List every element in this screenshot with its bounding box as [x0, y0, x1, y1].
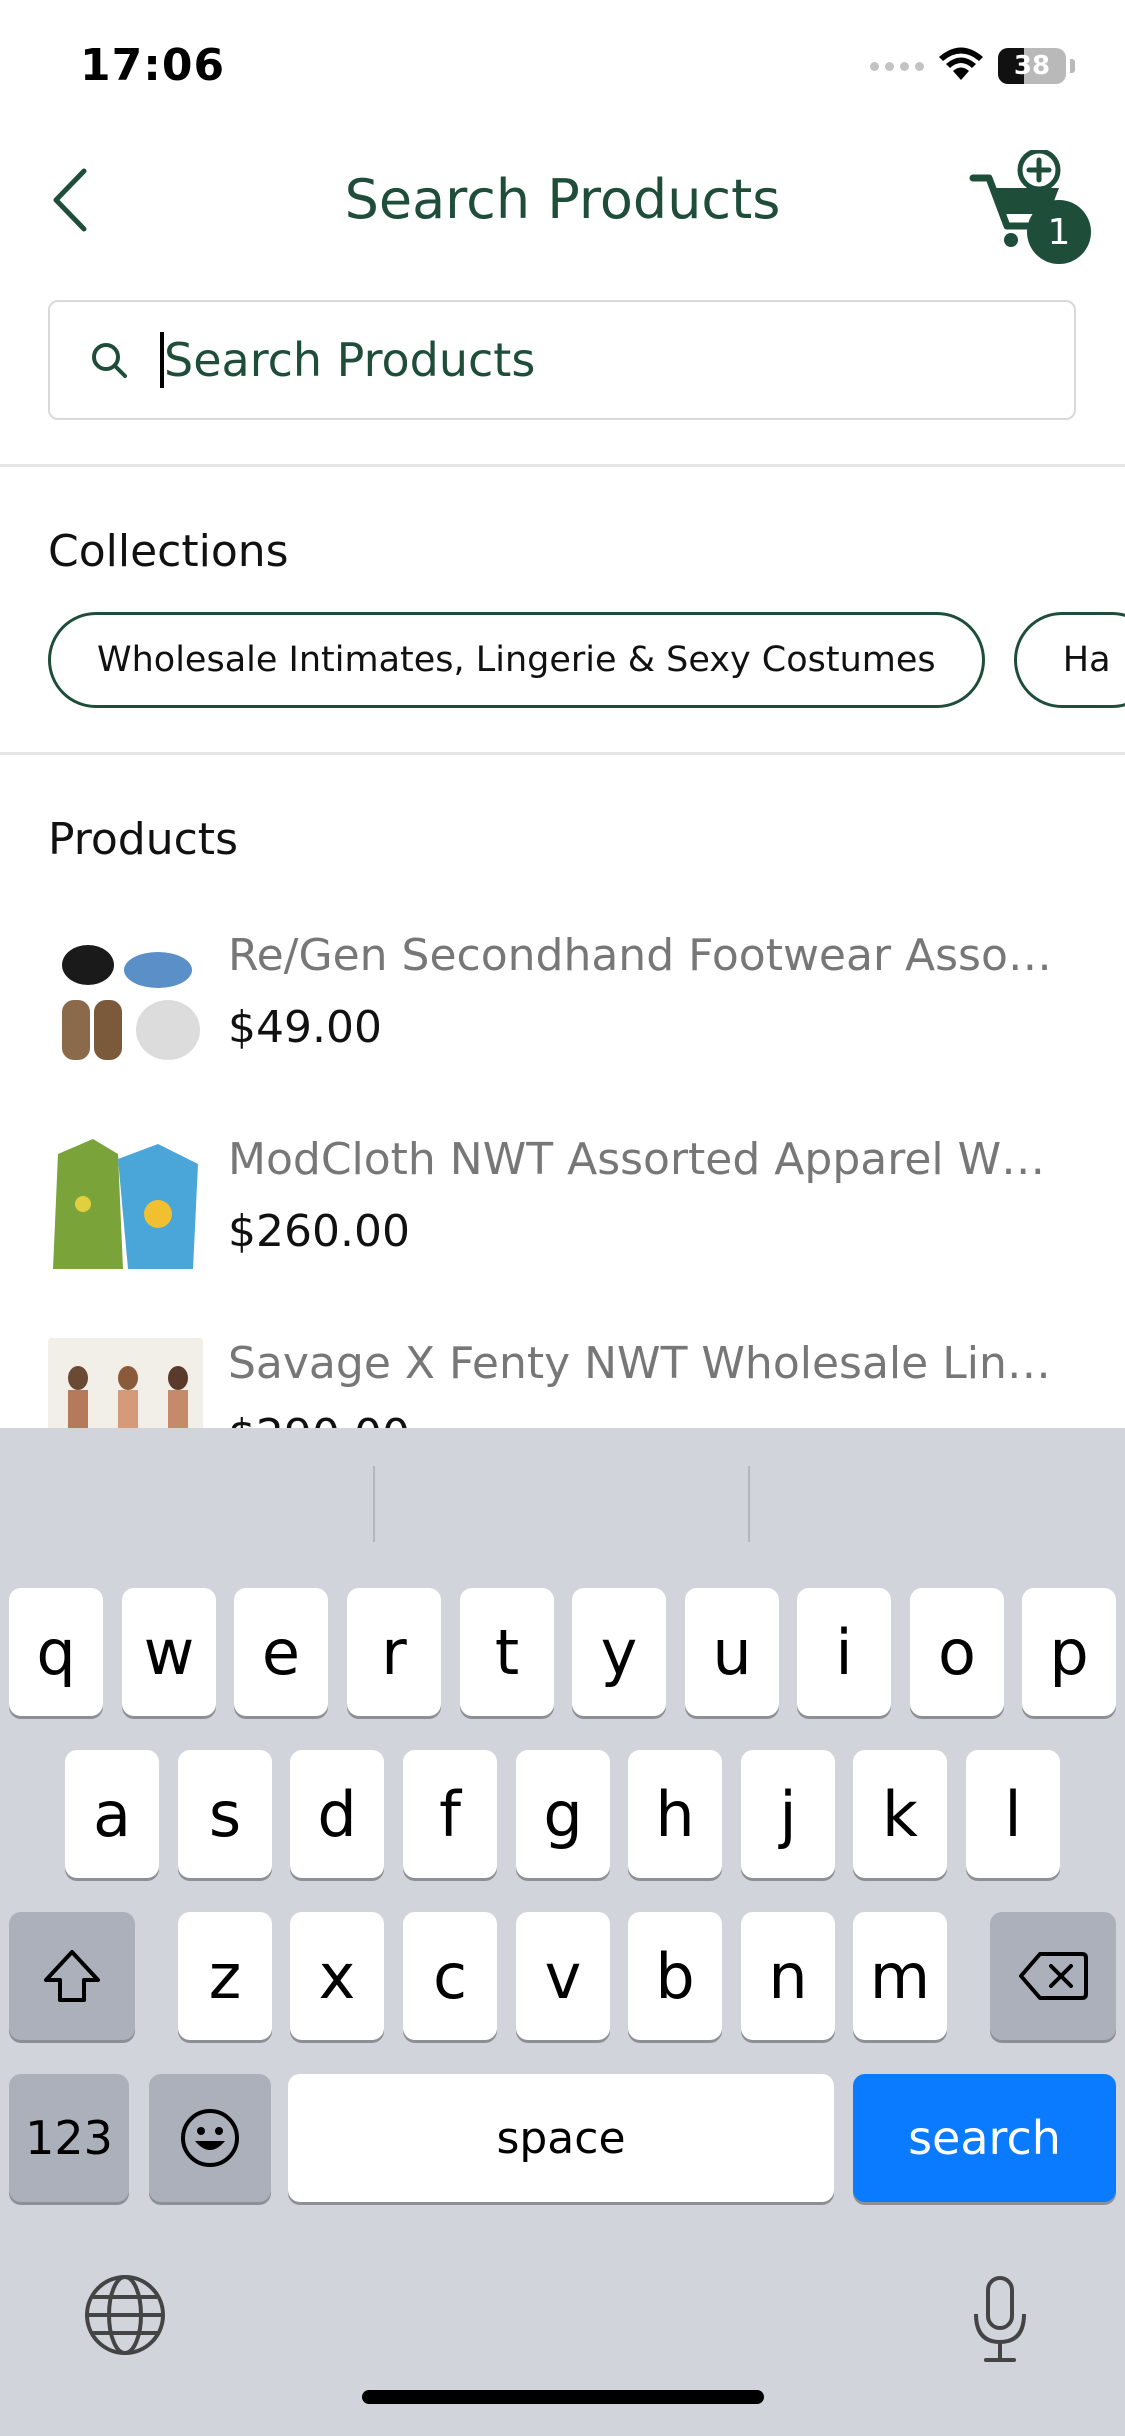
key-a[interactable]: a — [65, 1750, 159, 1878]
emoji-icon — [181, 2109, 239, 2167]
key-t[interactable]: t — [460, 1588, 554, 1716]
key-k[interactable]: k — [853, 1750, 947, 1878]
status-time: 17:06 — [80, 40, 226, 91]
collection-chip[interactable]: Wholesale Intimates, Lingerie & Sexy Cos… — [48, 612, 985, 708]
key-s[interactable]: s — [178, 1750, 272, 1878]
key-m[interactable]: m — [853, 1912, 947, 2040]
key-p[interactable]: p — [1022, 1588, 1116, 1716]
key-z[interactable]: z — [178, 1912, 272, 2040]
search-key[interactable]: search — [853, 2074, 1116, 2202]
product-price: $49.00 — [228, 1002, 382, 1053]
keyboard: q w e r t y u i o p a s d f g h j k l z … — [0, 1428, 1125, 2436]
collection-chip[interactable]: Ha — [1013, 612, 1125, 708]
key-d[interactable]: d — [290, 1750, 384, 1878]
battery-icon: 38 — [998, 48, 1066, 84]
dictation-key[interactable] — [955, 2270, 1045, 2370]
key-y[interactable]: y — [572, 1588, 666, 1716]
collections-chip-list[interactable]: Wholesale Intimates, Lingerie & Sexy Cos… — [48, 612, 1125, 710]
backspace-key[interactable] — [990, 1912, 1116, 2040]
suggestion-divider — [373, 1466, 375, 1542]
key-l[interactable]: l — [966, 1750, 1060, 1878]
product-name: Re/Gen Secondhand Footwear Assortment — [228, 930, 1068, 981]
suggestion-divider — [748, 1466, 750, 1542]
key-o[interactable]: o — [910, 1588, 1004, 1716]
product-image — [48, 1134, 203, 1274]
backspace-icon — [1019, 1952, 1088, 2000]
product-name: Savage X Fenty NWT Wholesale Lingerie — [228, 1338, 1068, 1389]
shift-key[interactable] — [9, 1912, 135, 2040]
cellular-signal-icon — [870, 61, 924, 71]
keyboard-suggestion-bar[interactable] — [0, 1428, 1125, 1558]
status-indicators: 38 — [870, 46, 1075, 86]
key-c[interactable]: c — [403, 1912, 497, 2040]
divider — [0, 464, 1125, 467]
numbers-key[interactable]: 123 — [9, 2074, 129, 2202]
search-input[interactable] — [164, 333, 1024, 387]
globe-icon — [85, 2275, 165, 2355]
product-row[interactable]: ModCloth NWT Assorted Apparel Wholesale … — [48, 1124, 1078, 1284]
key-r[interactable]: r — [347, 1588, 441, 1716]
cart-count-badge: 1 — [1027, 200, 1091, 264]
home-indicator — [362, 2390, 764, 2404]
wifi-icon — [938, 46, 984, 86]
status-bar: 17:06 38 — [0, 0, 1125, 130]
key-e[interactable]: e — [234, 1588, 328, 1716]
globe-key[interactable] — [80, 2270, 170, 2360]
divider — [0, 752, 1125, 755]
key-g[interactable]: g — [516, 1750, 610, 1878]
key-j[interactable]: j — [741, 1750, 835, 1878]
key-v[interactable]: v — [516, 1912, 610, 2040]
battery-tip — [1070, 59, 1075, 73]
space-key[interactable]: space — [288, 2074, 834, 2202]
product-row[interactable]: Re/Gen Secondhand Footwear Assortment $4… — [48, 920, 1078, 1080]
product-name: ModCloth NWT Assorted Apparel Wholesale — [228, 1134, 1068, 1185]
cart-button[interactable]: 1 — [967, 150, 1097, 270]
key-b[interactable]: b — [628, 1912, 722, 2040]
collections-title: Collections — [48, 526, 289, 577]
search-box[interactable] — [48, 300, 1076, 420]
key-h[interactable]: h — [628, 1750, 722, 1878]
search-icon — [86, 337, 132, 383]
key-f[interactable]: f — [403, 1750, 497, 1878]
key-w[interactable]: w — [122, 1588, 216, 1716]
shift-icon — [44, 1950, 100, 2002]
header: Search Products 1 — [0, 140, 1125, 264]
product-image — [48, 930, 203, 1070]
page-title: Search Products — [344, 168, 781, 231]
products-title: Products — [48, 814, 238, 865]
key-i[interactable]: i — [797, 1588, 891, 1716]
key-x[interactable]: x — [290, 1912, 384, 2040]
battery-level: 38 — [1013, 51, 1051, 81]
microphone-icon — [974, 2276, 1026, 2362]
key-n[interactable]: n — [741, 1912, 835, 2040]
emoji-key[interactable] — [149, 2074, 271, 2202]
key-q[interactable]: q — [9, 1588, 103, 1716]
key-u[interactable]: u — [685, 1588, 779, 1716]
product-price: $260.00 — [228, 1206, 410, 1257]
